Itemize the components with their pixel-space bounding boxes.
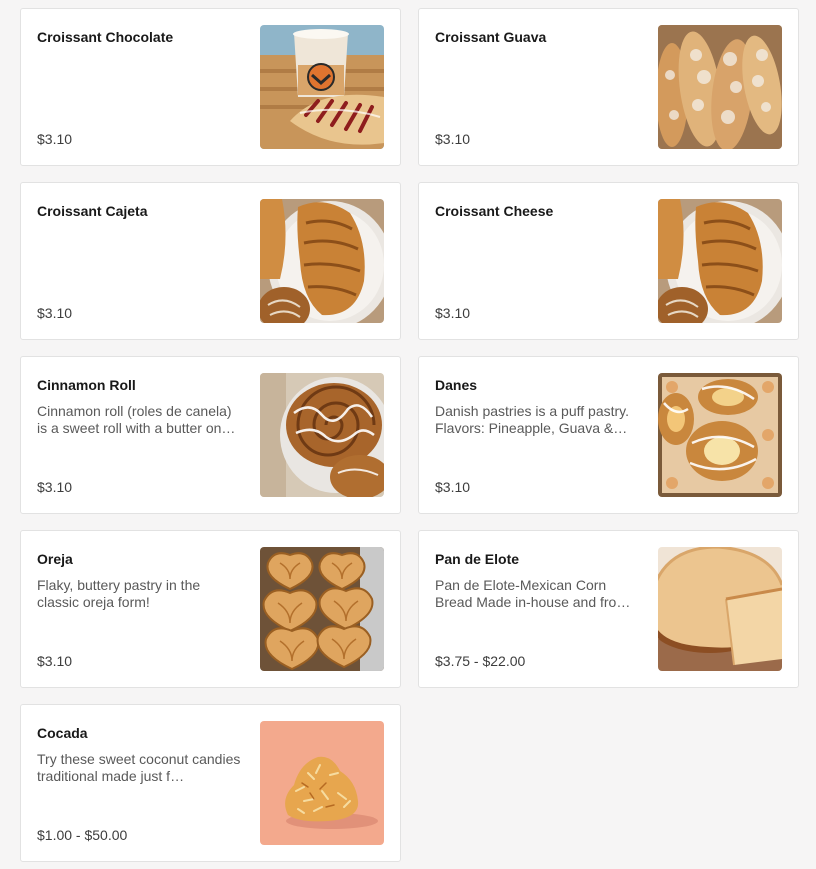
cocada-photo[interactable] (260, 721, 384, 845)
menu-item-price: $3.75 - $22.00 (435, 653, 526, 669)
menu-item-price: $3.10 (37, 131, 73, 147)
oreja-photo[interactable] (260, 547, 384, 671)
menu-item-name: Cocada (37, 725, 88, 741)
menu-item-name: Croissant Guava (435, 29, 547, 45)
menu-item-card[interactable]: Oreja Flaky, buttery pastry in the class… (20, 530, 401, 688)
menu-item-name: Pan de Elote (435, 551, 520, 567)
menu-item-text: Cinnamon Roll Cinnamon roll (roles de ca… (37, 377, 243, 437)
menu-item-description: Flaky, buttery pastry in the classic ore… (37, 577, 201, 610)
menu-item-grid: Croissant Chocolate $3.10 Croissant Guav… (20, 8, 799, 862)
menu-item-text: Oreja Flaky, buttery pastry in the class… (37, 551, 243, 611)
menu-item-text: Cocada Try these sweet coconut candies t… (37, 725, 243, 785)
menu-item-description: Danish pastries is a puff pastry. Flavor… (435, 403, 630, 436)
menu-item-text: Pan de Elote Pan de Elote-Mexican Corn B… (435, 551, 641, 611)
menu-item-card[interactable]: Cinnamon Roll Cinnamon roll (roles de ca… (20, 356, 401, 514)
menu-item-card[interactable]: Pan de Elote Pan de Elote-Mexican Corn B… (418, 530, 799, 688)
menu-item-text: Croissant Cheese (435, 203, 641, 229)
menu-item-price: $1.00 - $50.00 (37, 827, 128, 843)
menu-item-card[interactable]: Croissant Guava $3.10 (418, 8, 799, 166)
menu-item-card[interactable]: Croissant Chocolate $3.10 (20, 8, 401, 166)
menu-item-price: $3.10 (37, 653, 73, 669)
menu-item-text: Danes Danish pastries is a puff pastry. … (435, 377, 641, 437)
croissant-chocolate-photo[interactable] (260, 25, 384, 149)
croissant-cajeta-photo[interactable] (260, 199, 384, 323)
cinnamon-roll-photo[interactable] (260, 373, 384, 497)
menu-item-text: Croissant Guava (435, 29, 641, 55)
menu-item-price: $3.10 (435, 479, 471, 495)
menu-item-description: Try these sweet coconut candies traditio… (37, 751, 241, 784)
menu-item-card[interactable]: Cocada Try these sweet coconut candies t… (20, 704, 401, 862)
menu-item-price: $3.10 (37, 305, 73, 321)
croissant-cheese-photo[interactable] (658, 199, 782, 323)
menu-item-name: Cinnamon Roll (37, 377, 136, 393)
menu-item-price: $3.10 (435, 305, 471, 321)
pan-de-elote-photo[interactable] (658, 547, 782, 671)
menu-item-text: Croissant Chocolate (37, 29, 243, 55)
menu-item-price: $3.10 (435, 131, 471, 147)
menu-item-name: Croissant Cheese (435, 203, 554, 219)
menu-item-card[interactable]: Danes Danish pastries is a puff pastry. … (418, 356, 799, 514)
menu-item-name: Danes (435, 377, 478, 393)
menu-item-description: Cinnamon roll (roles de canela) is a swe… (37, 403, 236, 436)
menu-item-name: Croissant Chocolate (37, 29, 174, 45)
menu-item-name: Croissant Cajeta (37, 203, 148, 219)
menu-item-description: Pan de Elote-Mexican Corn Bread Made in-… (435, 577, 631, 610)
danes-photo[interactable] (658, 373, 782, 497)
croissant-guava-photo[interactable] (658, 25, 782, 149)
menu-item-name: Oreja (37, 551, 73, 567)
menu-item-card[interactable]: Croissant Cheese $3.10 (418, 182, 799, 340)
menu-item-price: $3.10 (37, 479, 73, 495)
menu-item-card[interactable]: Croissant Cajeta $3.10 (20, 182, 401, 340)
menu-item-text: Croissant Cajeta (37, 203, 243, 229)
